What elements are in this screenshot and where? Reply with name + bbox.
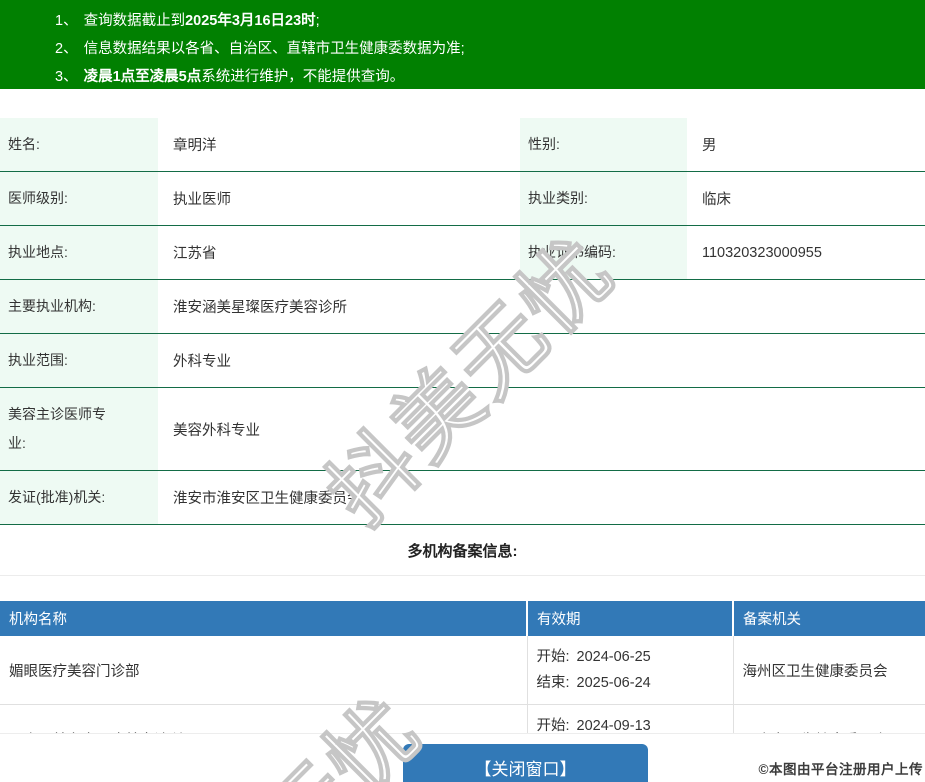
table-row: 媚眼医疗美容门诊部 开始: 2024-06-25 结束: 2025-06-24 海州… — [0, 636, 925, 705]
notice-text: ; — [315, 13, 320, 29]
validity-period: 开始: 2024-06-25 结束: 2025-06-24 — [527, 636, 734, 705]
column-header-validity: 有效期 — [527, 601, 734, 636]
field-value-practice-scope: 外科专业 — [158, 333, 925, 388]
notice-text-bold: 2025年3月16日23时 — [185, 13, 316, 29]
field-value-main-institution: 淮安涵美星璨医疗美容诊所 — [158, 279, 925, 334]
notice-number: 2、 — [55, 41, 78, 57]
notice-text-bold: 凌晨1点至凌晨5点 — [83, 69, 202, 85]
start-date: 2024-06-25 — [576, 649, 651, 665]
table-row: 执业地点: 江苏省 执业证书编码: 110320323000955 — [0, 225, 925, 280]
notice-banner: 1、 查询数据截止到2025年3月16日23时; 2、 信息数据结果以各省、自治区、… — [0, 0, 925, 89]
notice-line-1: 1、 查询数据截止到2025年3月16日23时; — [55, 7, 915, 35]
notice-number: 3、 — [55, 69, 78, 85]
multi-org-section-header: 多机构备案信息: — [0, 525, 925, 576]
column-header-record-authority: 备案机关 — [733, 601, 925, 636]
notice-number: 1、 — [55, 13, 78, 29]
field-label-doctor-level: 医师级别: — [0, 171, 158, 226]
notice-line-2: 2、 信息数据结果以各省、自治区、直辖市卫生健康委数据为准; — [55, 35, 915, 63]
field-value-name: 章明洋 — [158, 118, 520, 172]
field-value-practice-category: 临床 — [687, 171, 925, 226]
table-row: 发证(批准)机关: 淮安市淮安区卫生健康委员会 — [0, 470, 925, 525]
field-label-certificate-number: 执业证书编码: — [520, 225, 687, 280]
start-date: 2024-09-13 — [576, 718, 651, 734]
field-value-certificate-number: 110320323000955 — [687, 225, 925, 280]
field-value-cosmetic-specialty: 美容外科专业 — [158, 387, 925, 471]
start-label: 开始: — [536, 718, 570, 734]
field-label-gender: 性别: — [520, 118, 687, 172]
field-label-practice-location: 执业地点: — [0, 225, 158, 280]
field-label-issuing-authority: 发证(批准)机关: — [0, 470, 158, 525]
org-table-header-row: 机构名称 有效期 备案机关 — [0, 601, 925, 636]
field-label-main-institution: 主要执业机构: — [0, 279, 158, 334]
field-value-issuing-authority: 淮安市淮安区卫生健康委员会 — [158, 470, 925, 525]
copyright-stamp: ©本图由平台注册用户上传 — [758, 762, 923, 777]
table-row: 主要执业机构: 淮安涵美星璨医疗美容诊所 — [0, 279, 925, 334]
table-row: 美容主诊医师专业: 美容外科专业 — [0, 387, 925, 471]
field-label-practice-scope: 执业范围: — [0, 333, 158, 388]
org-name: 媚眼医疗美容门诊部 — [0, 636, 528, 705]
close-window-button[interactable]: 【关闭窗口】 — [403, 744, 648, 782]
start-label: 开始: — [536, 649, 570, 665]
section-title: 多机构备案信息: — [407, 542, 518, 560]
end-date: 2025-06-24 — [576, 675, 651, 691]
field-value-doctor-level: 执业医师 — [158, 171, 520, 226]
table-row: 医师级别: 执业医师 执业类别: 临床 — [0, 171, 925, 226]
field-label-practice-category: 执业类别: — [520, 171, 687, 226]
field-value-gender: 男 — [687, 118, 925, 172]
field-label-cosmetic-specialty: 美容主诊医师专业: — [0, 387, 158, 471]
notice-text: 系统进行维护，不能提供查询。 — [201, 69, 405, 85]
notice-line-3: 3、 凌晨1点至凌晨5点系统进行维护，不能提供查询。 — [55, 63, 915, 91]
field-value-practice-location: 江苏省 — [158, 225, 520, 280]
record-authority: 海州区卫生健康委员会 — [733, 636, 925, 705]
table-row: 执业范围: 外科专业 — [0, 333, 925, 388]
practitioner-info-table: 姓名: 章明洋 性别: 男 医师级别: 执业医师 执业类别: 临床 执业地点: … — [0, 118, 925, 525]
notice-text: 信息数据结果以各省、自治区、直辖市卫生健康委数据为准; — [83, 41, 465, 57]
table-row: 姓名: 章明洋 性别: 男 — [0, 118, 925, 172]
query-result-page: 1、 查询数据截止到2025年3月16日23时; 2、 信息数据结果以各省、自治区、… — [0, 0, 925, 782]
end-label: 结束: — [536, 675, 570, 691]
field-label-name: 姓名: — [0, 118, 158, 172]
notice-text: 查询数据截止到 — [83, 13, 186, 29]
column-header-org-name: 机构名称 — [0, 601, 528, 636]
